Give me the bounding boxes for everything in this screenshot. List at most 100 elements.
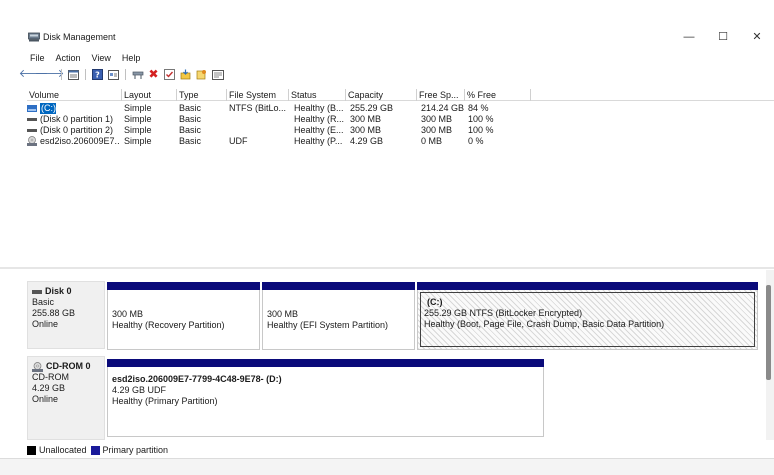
capacity-cell: 4.29 GB xyxy=(350,136,384,146)
menu-help[interactable]: Help xyxy=(122,52,141,64)
menu-file[interactable]: File xyxy=(30,52,45,64)
percent-free-cell: 100 % xyxy=(468,125,494,135)
disk-size: 255.88 GB xyxy=(32,308,76,318)
disk-0-name: Disk 0 xyxy=(45,286,72,296)
svg-text:?: ? xyxy=(95,71,100,80)
free-space-cell: 214.24 GB xyxy=(421,103,465,113)
type-cell: Basic xyxy=(179,103,202,113)
unallocated-swatch xyxy=(27,445,36,455)
primary-partition-swatch xyxy=(90,445,100,455)
forward-arrow-icon[interactable]: 🡒 xyxy=(35,68,65,81)
column-header-volume[interactable]: Volume xyxy=(27,89,122,101)
layout-cell: Simple xyxy=(124,136,152,146)
layout-cell: Simple xyxy=(124,125,152,135)
disk-icon xyxy=(32,289,42,294)
status-cell: Healthy (R... xyxy=(294,114,345,124)
partition-c-drive[interactable]: (C:) 255.29 GB NTFS (BitLocker Encrypted… xyxy=(417,282,758,350)
primary-partition-bar xyxy=(417,282,758,290)
partition-title: (C:) xyxy=(427,297,443,307)
disk-status: Online xyxy=(32,394,59,404)
disk-name: CD-ROM 0 xyxy=(32,361,104,372)
partition-status: Healthy (Boot, Page File, Crash Dump, Ba… xyxy=(424,319,665,329)
type-cell: Basic xyxy=(179,136,202,146)
disk-type: Basic xyxy=(32,297,55,307)
menu-action[interactable]: Action xyxy=(56,52,81,64)
column-header-file-system[interactable]: File System xyxy=(227,89,289,101)
column-header-percent-free[interactable]: % Free xyxy=(465,89,531,101)
properties-icon[interactable] xyxy=(107,68,120,81)
partition-recovery[interactable]: 300 MB Healthy (Recovery Partition) xyxy=(107,282,260,350)
scrollbar-thumb[interactable] xyxy=(766,285,771,380)
legend-primary-partition: Primary partition xyxy=(102,445,169,455)
table-row[interactable]: (Disk 0 partition 1) Simple Basic Health… xyxy=(27,114,627,125)
check-icon[interactable] xyxy=(163,68,176,81)
column-header-capacity[interactable]: Capacity xyxy=(346,89,417,101)
title-bar xyxy=(0,28,774,48)
delete-icon[interactable]: ✖ xyxy=(147,68,160,81)
table-row[interactable]: esd2iso.206009E7... Simple Basic UDF Hea… xyxy=(27,136,627,147)
console-icon[interactable] xyxy=(211,68,224,81)
status-cell: Healthy (P... xyxy=(294,136,343,146)
disk-0-label[interactable]: Disk 0 Basic 255.88 GB Online xyxy=(27,281,105,349)
primary-partition-bar xyxy=(262,282,415,290)
partition-icon xyxy=(27,118,37,121)
close-button[interactable]: ✕ xyxy=(749,30,765,44)
partition-info: (C:) 255.29 GB NTFS (BitLocker Encrypted… xyxy=(424,297,664,330)
help-icon[interactable]: ? xyxy=(91,68,104,81)
partition-cdrom-d[interactable]: esd2iso.206009E7-7799-4C48-9E78- (D:) 4.… xyxy=(107,359,544,437)
table-row[interactable]: (Disk 0 partition 2) Simple Basic Health… xyxy=(27,125,627,136)
free-space-cell: 300 MB xyxy=(421,114,453,124)
type-cell: Basic xyxy=(179,125,202,135)
file-system-cell: UDF xyxy=(229,136,248,146)
free-space-cell: 300 MB xyxy=(421,125,453,135)
disk-size: 4.29 GB xyxy=(32,383,66,393)
partition-size: 255.29 GB NTFS (BitLocker Encrypted) xyxy=(424,308,583,318)
column-header-layout[interactable]: Layout xyxy=(122,89,177,101)
menu-bar: File Action View Help xyxy=(30,52,140,64)
minimize-button[interactable]: — xyxy=(681,30,697,44)
partition-size: 300 MB xyxy=(267,309,299,319)
capacity-cell: 300 MB xyxy=(350,114,382,124)
primary-partition-bar xyxy=(107,282,260,290)
volume-name-cell: (Disk 0 partition 1) xyxy=(40,114,114,124)
connect-icon[interactable] xyxy=(131,68,144,81)
partition-size: 4.29 GB UDF xyxy=(112,385,167,395)
table-row[interactable]: (C:) Simple Basic NTFS (BitLo... Healthy… xyxy=(27,103,627,114)
volume-icon xyxy=(27,105,37,112)
disk-type: CD-ROM xyxy=(32,372,69,382)
percent-free-cell: 0 % xyxy=(468,136,484,146)
column-header-status[interactable]: Status xyxy=(289,89,346,101)
cd-drive-icon xyxy=(32,361,43,372)
window-title: Disk Management xyxy=(43,32,116,42)
layout-cell: Simple xyxy=(124,103,152,113)
partition-info: 300 MB Healthy (EFI System Partition) xyxy=(267,309,388,331)
percent-free-cell: 100 % xyxy=(468,114,494,124)
cdrom-0-label[interactable]: CD-ROM 0 CD-ROM 4.29 GB Online xyxy=(27,356,105,440)
partition-efi[interactable]: 300 MB Healthy (EFI System Partition) xyxy=(262,282,415,350)
partition-size: 300 MB xyxy=(112,309,144,319)
partition-status: Healthy (Primary Partition) xyxy=(112,396,218,406)
toolbar-separator xyxy=(85,69,86,80)
toolbar: 🡐 🡒 ? ✖ xyxy=(19,67,227,82)
disk-name: Disk 0 xyxy=(32,286,104,297)
capacity-cell: 300 MB xyxy=(350,125,382,135)
file-system-cell: NTFS (BitLo... xyxy=(229,103,287,113)
volume-name-cell: (Disk 0 partition 2) xyxy=(40,125,114,135)
list-view-icon[interactable] xyxy=(67,68,80,81)
column-header-free-space[interactable]: Free Sp... xyxy=(417,89,465,101)
status-cell: Healthy (E... xyxy=(294,125,344,135)
menu-view[interactable]: View xyxy=(92,52,111,64)
partition-status: Healthy (EFI System Partition) xyxy=(267,320,389,330)
volume-list-header: Volume Layout Type File System Status Ca… xyxy=(27,89,774,101)
wizard-icon[interactable] xyxy=(195,68,208,81)
cdrom-0-name: CD-ROM 0 xyxy=(46,361,91,371)
type-cell: Basic xyxy=(179,114,202,124)
column-header-type[interactable]: Type xyxy=(177,89,227,101)
import-icon[interactable] xyxy=(179,68,192,81)
status-cell: Healthy (B... xyxy=(294,103,344,113)
partition-info: esd2iso.206009E7-7799-4C48-9E78- (D:) 4.… xyxy=(112,374,282,407)
partition-icon xyxy=(27,129,37,132)
maximize-button[interactable]: ☐ xyxy=(715,30,731,44)
volume-name-cell: (C:) xyxy=(40,103,56,114)
volume-name-cell: esd2iso.206009E7... xyxy=(40,136,120,146)
